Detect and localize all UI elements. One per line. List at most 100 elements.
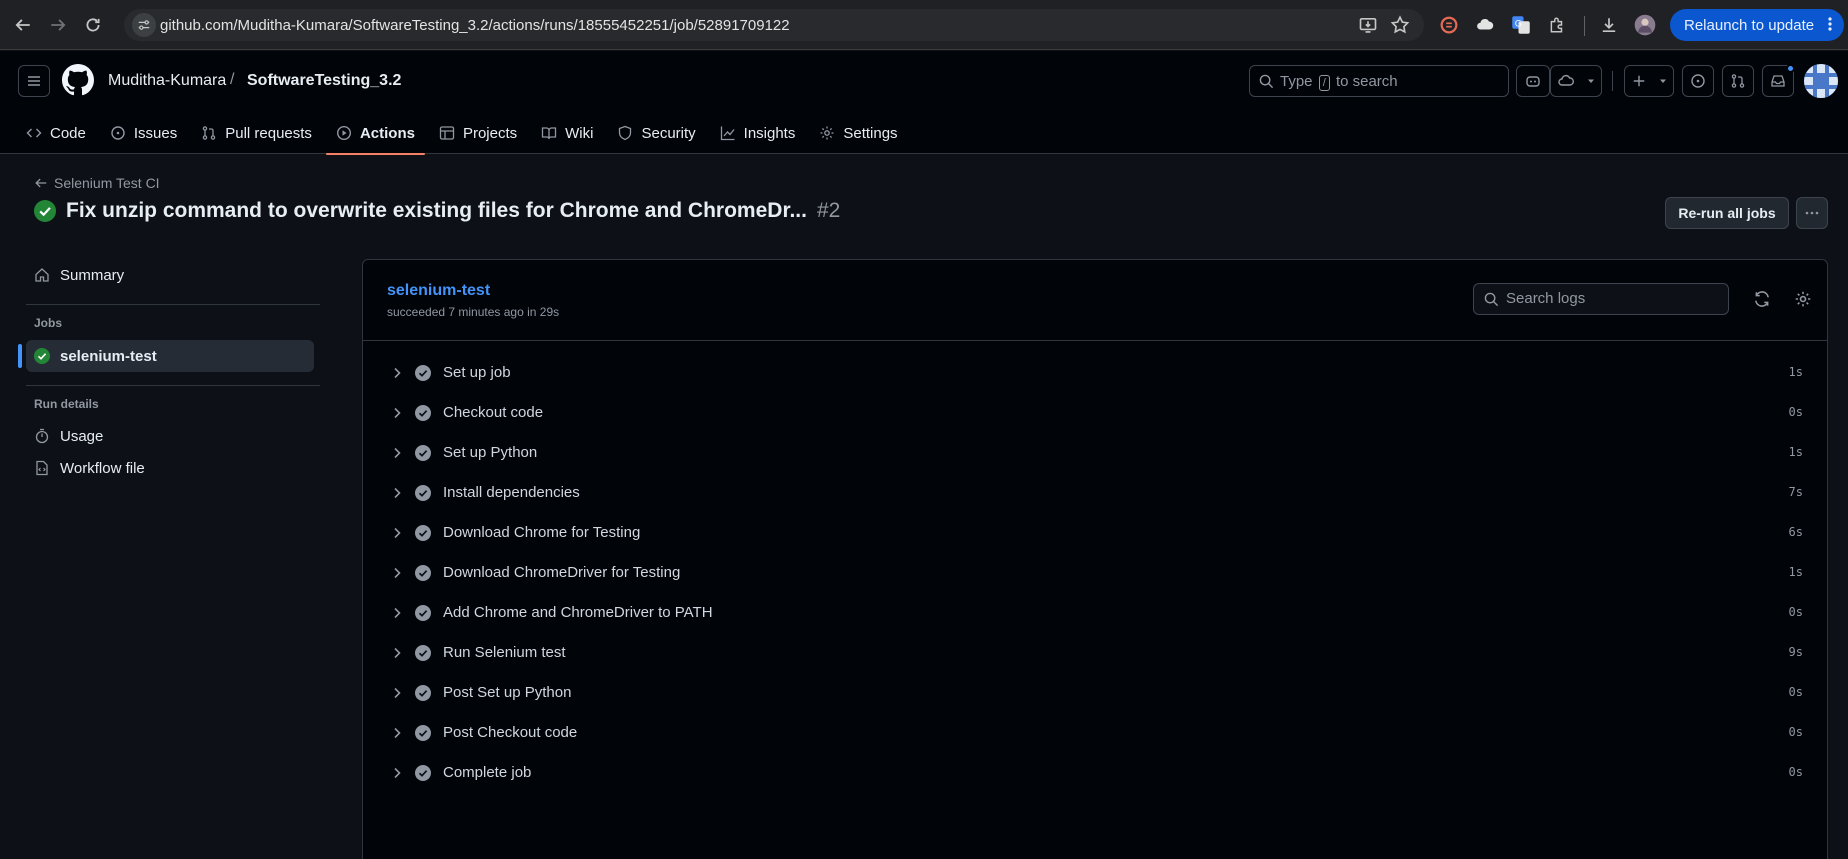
extension-red-icon[interactable] bbox=[1438, 14, 1460, 36]
step-row[interactable]: Set up job 1s bbox=[363, 353, 1827, 393]
search-logs-input[interactable]: Search logs bbox=[1473, 283, 1729, 315]
tab-actions[interactable]: Actions bbox=[325, 111, 425, 155]
table-icon bbox=[439, 126, 455, 140]
sidebar-divider bbox=[26, 385, 320, 386]
step-duration: 0s bbox=[1788, 605, 1803, 619]
graph-icon bbox=[720, 126, 735, 141]
job-name-link[interactable]: selenium-test bbox=[387, 282, 490, 300]
step-row[interactable]: Run Selenium test 9s bbox=[363, 633, 1827, 673]
chevron-right-icon[interactable] bbox=[389, 765, 405, 781]
back-to-workflow-link[interactable]: Selenium Test CI bbox=[34, 175, 160, 191]
chevron-right-icon[interactable] bbox=[389, 565, 405, 581]
issue-opened-icon bbox=[111, 126, 125, 140]
workflow-name: Selenium Test CI bbox=[54, 175, 160, 191]
search-logs-placeholder: Search logs bbox=[1506, 290, 1586, 307]
reload-icon[interactable] bbox=[80, 12, 106, 38]
step-name: Post Set up Python bbox=[443, 684, 572, 701]
step-row[interactable]: Add Chrome and ChromeDriver to PATH 0s bbox=[363, 593, 1827, 633]
gear-icon[interactable] bbox=[1794, 290, 1812, 308]
extension-cloud-icon[interactable] bbox=[1474, 14, 1496, 36]
install-app-icon[interactable] bbox=[1358, 15, 1378, 35]
tab-wiki[interactable]: Wiki bbox=[531, 111, 603, 155]
tab-settings[interactable]: Settings bbox=[809, 111, 907, 155]
step-row[interactable]: Checkout code 0s bbox=[363, 393, 1827, 433]
github-logo-icon[interactable] bbox=[62, 64, 94, 96]
copilot-dropdown-button[interactable] bbox=[1550, 65, 1602, 97]
sidebar-item-workflow-file[interactable]: Workflow file bbox=[26, 452, 314, 484]
global-search-input[interactable]: Type / to search bbox=[1249, 65, 1509, 97]
tab-pull-requests[interactable]: Pull requests bbox=[191, 111, 322, 155]
forward-arrow-icon[interactable] bbox=[45, 12, 71, 38]
chevron-right-icon[interactable] bbox=[389, 685, 405, 701]
tab-security[interactable]: Security bbox=[607, 111, 705, 155]
play-icon bbox=[336, 125, 351, 141]
chevron-right-icon[interactable] bbox=[389, 485, 405, 501]
chevron-right-icon[interactable] bbox=[389, 725, 405, 741]
check-circle-icon bbox=[415, 605, 431, 621]
kebab-horizontal-icon bbox=[1805, 211, 1819, 215]
issue-opened-icon bbox=[1691, 74, 1705, 88]
notification-indicator bbox=[1786, 64, 1795, 73]
step-row[interactable]: Post Set up Python 0s bbox=[363, 673, 1827, 713]
step-name: Install dependencies bbox=[443, 484, 580, 501]
sidebar-item-summary[interactable]: Summary bbox=[26, 259, 314, 291]
step-row[interactable]: Post Checkout code 0s bbox=[363, 713, 1827, 753]
extensions-puzzle-icon[interactable] bbox=[1546, 14, 1568, 36]
step-duration: 6s bbox=[1788, 525, 1803, 539]
sidebar-item-usage[interactable]: Usage bbox=[26, 420, 314, 452]
step-row[interactable]: Download Chrome for Testing 6s bbox=[363, 513, 1827, 553]
create-new-button[interactable] bbox=[1624, 65, 1674, 97]
user-avatar[interactable] bbox=[1804, 64, 1838, 98]
translate-icon[interactable]: G bbox=[1510, 14, 1532, 36]
rerun-all-jobs-button[interactable]: Re-run all jobs bbox=[1665, 197, 1789, 229]
relaunch-to-update-button[interactable]: Relaunch to update bbox=[1670, 9, 1844, 41]
refresh-icon[interactable] bbox=[1753, 290, 1771, 308]
home-icon bbox=[35, 268, 49, 282]
step-row[interactable]: Set up Python 1s bbox=[363, 433, 1827, 473]
steps-list: Set up job 1s Checkout code 0s Set up Py… bbox=[363, 353, 1827, 793]
more-options-button[interactable] bbox=[1796, 197, 1828, 229]
profile-avatar-icon[interactable] bbox=[1634, 14, 1656, 36]
check-circle-icon bbox=[415, 445, 431, 461]
site-info-icon[interactable] bbox=[132, 13, 156, 37]
step-name: Post Checkout code bbox=[443, 724, 578, 741]
tab-code[interactable]: Code bbox=[16, 111, 96, 155]
bookmark-star-icon[interactable] bbox=[1390, 15, 1410, 35]
chevron-right-icon[interactable] bbox=[389, 365, 405, 381]
download-icon[interactable] bbox=[1598, 14, 1620, 36]
chevron-right-icon[interactable] bbox=[389, 605, 405, 621]
chevron-right-icon[interactable] bbox=[389, 645, 405, 661]
sidebar-item-selenium-test[interactable]: selenium-test bbox=[26, 340, 314, 372]
selected-indicator bbox=[18, 344, 22, 368]
check-circle-icon bbox=[415, 725, 431, 741]
breadcrumb-repo[interactable]: SoftwareTesting_3.2 bbox=[247, 72, 401, 90]
job-header: selenium-test succeeded 7 minutes ago in… bbox=[363, 260, 1827, 341]
step-duration: 1s bbox=[1788, 445, 1803, 459]
breadcrumb-owner[interactable]: Muditha-Kumara bbox=[108, 72, 226, 90]
github-header: Muditha-Kumara / SoftwareTesting_3.2 Typ… bbox=[0, 51, 1848, 155]
copilot-button[interactable] bbox=[1516, 65, 1550, 97]
chevron-right-icon[interactable] bbox=[389, 405, 405, 421]
step-name: Set up Python bbox=[443, 444, 538, 461]
address-bar[interactable]: github.com/Muditha-Kumara/SoftwareTestin… bbox=[124, 9, 1424, 41]
cloud-icon bbox=[1557, 74, 1574, 86]
search-placeholder: Type / to search bbox=[1280, 73, 1398, 91]
tab-insights[interactable]: Insights bbox=[710, 111, 806, 155]
back-arrow-icon[interactable] bbox=[10, 12, 36, 38]
pull-requests-button[interactable] bbox=[1722, 65, 1754, 97]
chevron-right-icon[interactable] bbox=[389, 445, 405, 461]
step-row[interactable]: Complete job 0s bbox=[363, 753, 1827, 793]
chevron-right-icon[interactable] bbox=[389, 525, 405, 541]
step-row[interactable]: Install dependencies 7s bbox=[363, 473, 1827, 513]
issues-button[interactable] bbox=[1682, 65, 1714, 97]
check-circle-icon bbox=[415, 485, 431, 501]
gear-icon bbox=[820, 126, 834, 140]
run-title-text: Fix unzip command to overwrite existing … bbox=[66, 199, 807, 222]
check-circle-icon bbox=[415, 565, 431, 581]
tab-issues[interactable]: Issues bbox=[100, 111, 187, 155]
arrow-left-icon bbox=[35, 178, 47, 188]
hamburger-menu-button[interactable] bbox=[18, 65, 50, 97]
check-circle-icon bbox=[415, 525, 431, 541]
step-row[interactable]: Download ChromeDriver for Testing 1s bbox=[363, 553, 1827, 593]
tab-projects[interactable]: Projects bbox=[429, 111, 527, 155]
